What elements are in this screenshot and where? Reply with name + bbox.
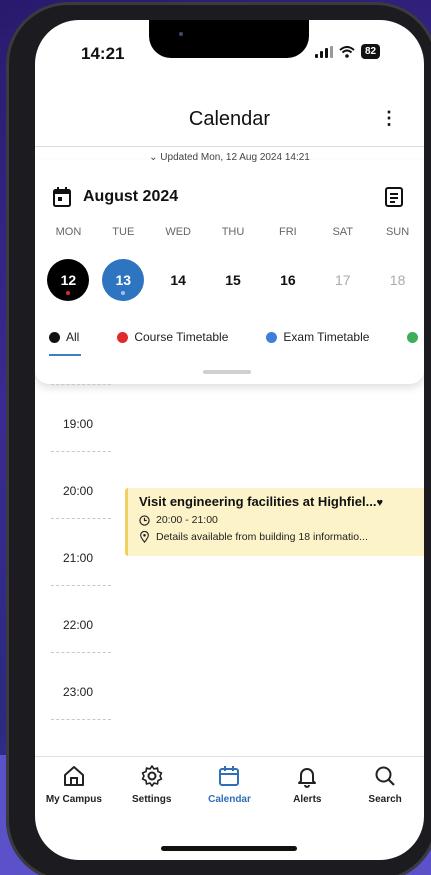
event-dot — [121, 291, 126, 295]
chevron-down-icon: ⌄ — [149, 152, 161, 163]
phone-frame: 14:21 82 Calendar ⋮ ⌄ Updated Mon, 12 Au… — [6, 2, 431, 875]
filter-all[interactable]: All — [49, 330, 82, 356]
filter-exam-timetable[interactable]: Exam Timetable — [266, 330, 369, 344]
nav-label: Alerts — [293, 794, 322, 805]
notes-icon[interactable] — [385, 187, 403, 207]
date-cell[interactable]: 18 — [370, 258, 424, 302]
filter-label: Course Timetable — [134, 330, 229, 344]
home-indicator[interactable] — [161, 846, 297, 851]
signal-icon — [315, 45, 333, 58]
calendar-filters: All Course Timetable Exam Timetable — [49, 330, 424, 356]
hour-label: 20:00 — [63, 484, 94, 498]
event-dot — [66, 291, 71, 295]
wifi-icon — [339, 45, 355, 58]
weekday-label: SAT — [332, 226, 354, 238]
date-cell[interactable]: 15 — [206, 258, 261, 302]
page-title: Calendar — [188, 108, 271, 130]
weekday-label: MON — [55, 226, 82, 238]
event-location-text: Details available from building 18 infor… — [156, 531, 368, 543]
event-card[interactable]: Visit engineering facilities at Highfiel… — [125, 488, 424, 556]
nav-my-campus[interactable]: My Campus — [35, 764, 113, 824]
week-dates: 12 13 14 15 16 17 18 — [41, 258, 424, 302]
clock-icon — [139, 514, 150, 526]
header-divider — [35, 146, 424, 147]
half-hour-divider — [51, 451, 111, 452]
filter-more[interactable] — [407, 331, 419, 343]
weekday-header: MON TUE WED THU FRI SAT SUN — [41, 226, 424, 238]
nav-label: Calendar — [208, 794, 251, 805]
bottom-nav: My Campus Settings Calendar Alerts Searc… — [35, 764, 424, 824]
half-hour-divider — [51, 518, 111, 519]
weekday-label: TUE — [112, 226, 135, 238]
nav-label: My Campus — [45, 794, 102, 805]
half-hour-divider — [51, 652, 111, 653]
hour-label: 22:00 — [63, 618, 94, 632]
weekday-label: WED — [165, 226, 191, 238]
half-hour-divider — [51, 384, 111, 385]
drag-handle[interactable] — [203, 370, 251, 374]
more-options-button[interactable]: ⋮ — [379, 108, 399, 132]
notch — [149, 20, 309, 58]
status-time: 14:21 — [81, 44, 125, 63]
nav-divider — [35, 756, 424, 757]
nav-label: Settings — [131, 794, 172, 805]
home-icon — [63, 766, 84, 786]
calendar-icon[interactable] — [53, 187, 71, 207]
calendar-icon — [219, 766, 240, 786]
status-icons: 82 — [315, 44, 381, 59]
filter-dot — [49, 331, 60, 343]
hour-label: 23:00 — [63, 685, 94, 699]
filter-dot — [407, 331, 419, 343]
search-icon — [375, 766, 395, 786]
event-title: Visit engineering facilities at Highfiel… — [139, 494, 383, 509]
date-number: 12 — [60, 272, 77, 288]
nav-calendar[interactable]: Calendar — [191, 764, 269, 824]
weekday-label: SUN — [385, 226, 410, 238]
date-selected[interactable]: 12 — [41, 258, 96, 302]
event-time: 20:00 - 21:00 — [139, 514, 417, 526]
location-pin-icon — [140, 531, 149, 543]
filter-dot — [266, 331, 278, 343]
battery-indicator: 82 — [361, 44, 381, 59]
hour-label: 21:00 — [63, 551, 94, 565]
gear-icon — [141, 765, 162, 787]
weekday-label: FRI — [279, 226, 297, 238]
date-cell[interactable]: 16 — [260, 258, 315, 302]
half-hour-divider — [51, 585, 111, 586]
filter-dot — [117, 331, 129, 343]
date-cell[interactable]: 14 — [151, 258, 206, 302]
last-updated[interactable]: ⌄ Updated Mon, 12 Aug 2024 14:21 — [35, 152, 424, 163]
nav-search[interactable]: Search — [346, 764, 424, 824]
weekday-label: THU — [221, 226, 245, 238]
filter-course-timetable[interactable]: Course Timetable — [117, 330, 228, 344]
nav-alerts[interactable]: Alerts — [268, 764, 346, 824]
filter-label: Exam Timetable — [283, 330, 370, 344]
month-label: August 2024 — [83, 188, 179, 205]
nav-label: Search — [368, 794, 402, 805]
half-hour-divider — [51, 719, 111, 720]
event-location: Details available from building 18 infor… — [139, 531, 417, 543]
app-screen: 14:21 82 Calendar ⋮ ⌄ Updated Mon, 12 Au… — [35, 20, 424, 860]
heart-icon[interactable]: ♥ — [376, 497, 383, 509]
filter-label: All — [66, 330, 80, 344]
event-time-text: 20:00 - 21:00 — [156, 514, 218, 526]
date-number: 13 — [115, 272, 132, 288]
hour-label: 19:00 — [63, 417, 94, 431]
bell-icon — [298, 768, 317, 788]
date-cell[interactable]: 17 — [315, 258, 370, 302]
month-header: August 2024 — [53, 186, 403, 212]
date-today[interactable]: 13 — [96, 258, 151, 302]
last-updated-text: Updated Mon, 12 Aug 2024 14:21 — [160, 152, 310, 163]
nav-settings[interactable]: Settings — [113, 764, 191, 824]
